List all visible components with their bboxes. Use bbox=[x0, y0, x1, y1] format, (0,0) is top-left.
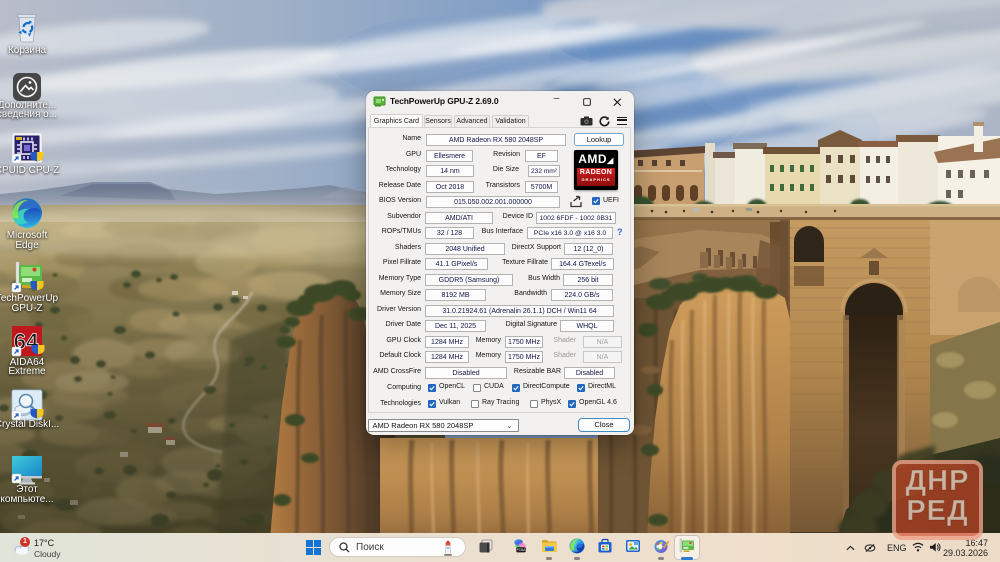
svg-text:PCBA: PCBA bbox=[517, 548, 527, 552]
